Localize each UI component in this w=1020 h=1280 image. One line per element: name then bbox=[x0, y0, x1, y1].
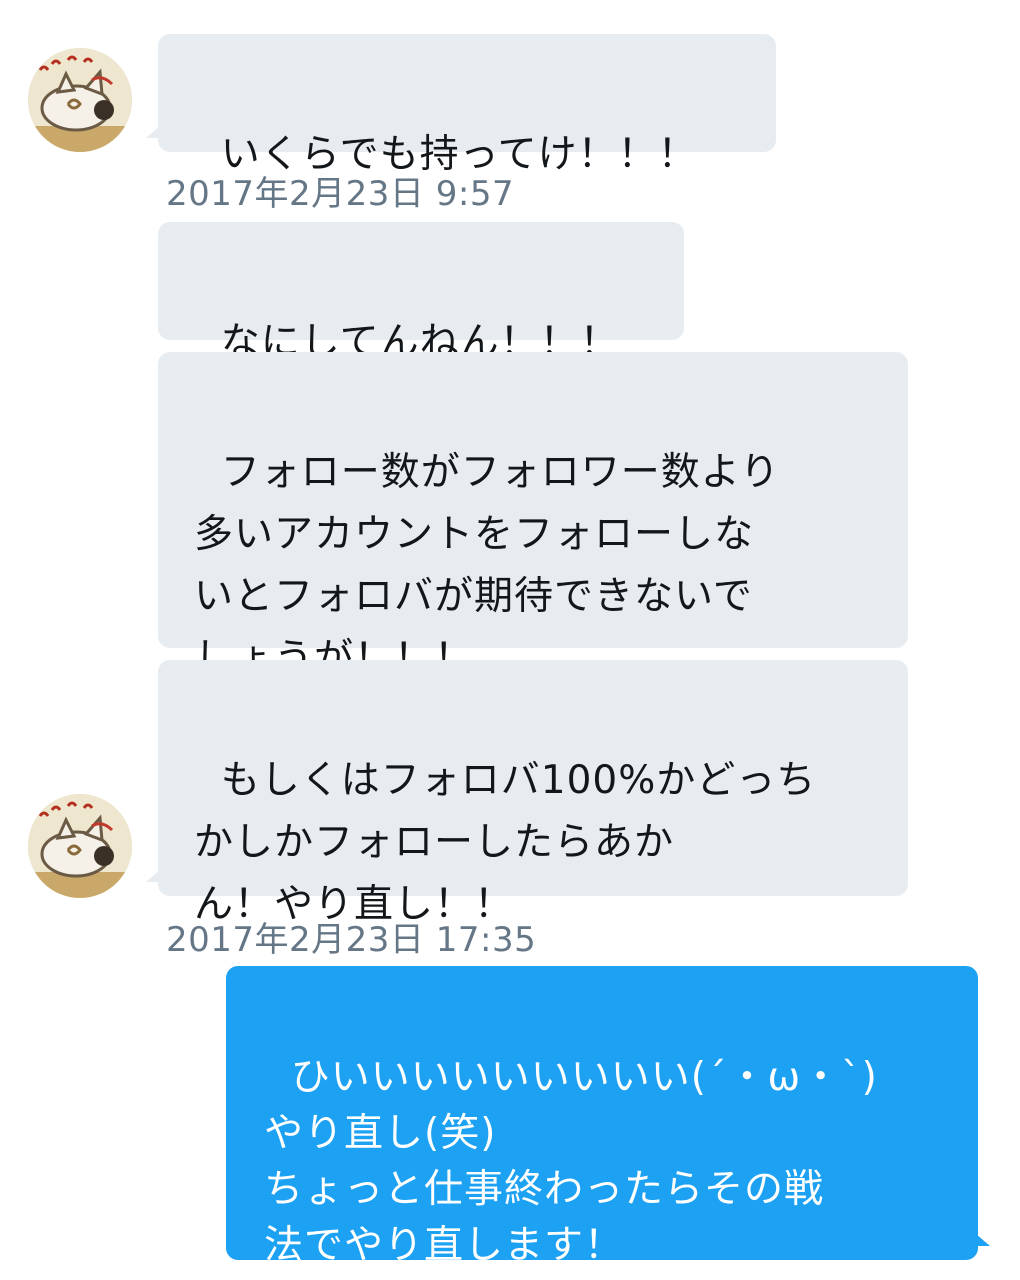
received-message-bubble[interactable]: なにしてんねん！！！ bbox=[158, 222, 684, 365]
sender-avatar[interactable] bbox=[28, 794, 132, 898]
received-message-bubble[interactable]: フォロー数がフォロワー数より 多いアカウントをフォローしな いとフォロバが期待で… bbox=[158, 352, 908, 681]
message-text: ひいいいいいいいいい(´・ω・`) やり直し(笑) ちょっと仕事終わったらその戦… bbox=[264, 1055, 878, 1268]
cat-avatar-icon bbox=[28, 794, 132, 898]
timestamp: 2017年2月23日 9:57 bbox=[166, 174, 515, 214]
message-text: フォロー数がフォロワー数より 多いアカウントをフォローしな いとフォロバが期待で… bbox=[194, 450, 781, 681]
received-message-bubble[interactable]: もしくはフォロバ100%かどっち かしかフォローしたらあか ん！やり直し！！ bbox=[146, 660, 908, 927]
message-text: もしくはフォロバ100%かどっち かしかフォローしたらあか ん！やり直し！！ bbox=[194, 758, 817, 927]
sender-avatar[interactable] bbox=[28, 48, 132, 152]
sent-message-bubble[interactable]: ひいいいいいいいいい(´・ω・`) やり直し(笑) ちょっと仕事終わったらその戦… bbox=[226, 966, 990, 1268]
received-message-bubble[interactable]: いくらでも持ってけ！！！ bbox=[146, 34, 776, 177]
timestamp: 2017年2月23日 17:35 bbox=[166, 920, 537, 960]
cat-avatar-icon bbox=[28, 48, 132, 152]
